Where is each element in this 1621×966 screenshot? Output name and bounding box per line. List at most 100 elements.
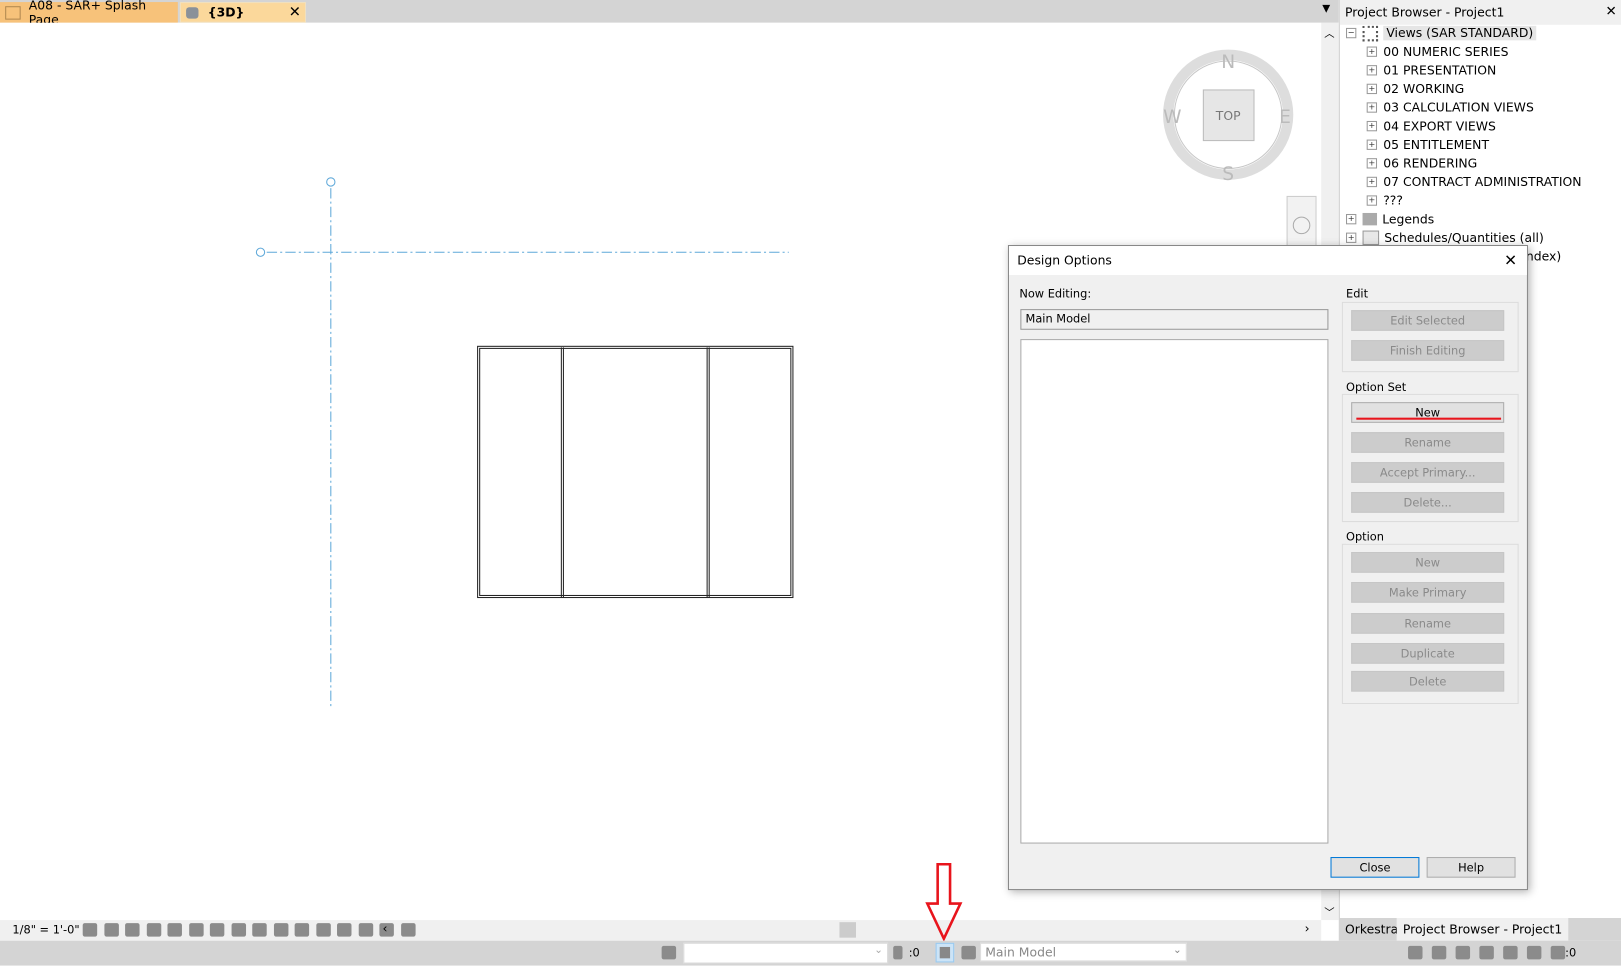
finish-editing-button[interactable]: Finish Editing: [1351, 340, 1505, 361]
select-by-face-icon[interactable]: [1479, 945, 1494, 960]
edit-group-label: Edit: [1346, 287, 1371, 301]
design-options-button[interactable]: [935, 942, 955, 963]
expand-icon[interactable]: +: [1366, 158, 1378, 169]
tab-project-browser[interactable]: Project Browser - Project1: [1396, 918, 1569, 941]
tree-item[interactable]: +???: [1366, 191, 1403, 210]
tree-item[interactable]: +05 ENTITLEMENT: [1366, 135, 1489, 154]
tab-splash-page[interactable]: A08 - SAR+ Splash Page: [0, 0, 178, 27]
collapse-icon[interactable]: −: [1346, 27, 1357, 39]
analytical-icon[interactable]: [315, 923, 331, 937]
unlock-3d-icon[interactable]: [231, 923, 246, 937]
select-pinned-icon[interactable]: [1455, 945, 1471, 960]
tab-dropdown-icon[interactable]: ▼: [1322, 3, 1330, 14]
tab-3d[interactable]: {3D} ✕: [179, 2, 307, 23]
highlight-displacement-icon[interactable]: [337, 923, 352, 937]
close-tab-icon[interactable]: ✕: [289, 4, 301, 21]
expand-icon[interactable]: +: [1346, 232, 1357, 243]
show-crop-icon[interactable]: [209, 923, 225, 937]
expand-icon[interactable]: +: [1366, 195, 1378, 206]
expand-icon[interactable]: +: [1366, 83, 1378, 95]
project-browser-header: Project Browser - Project1 ✕: [1339, 0, 1621, 25]
scroll-down-icon[interactable]: ﹀: [1324, 904, 1334, 919]
3d-view-icon: [186, 6, 199, 19]
expand-icon[interactable]: +: [1366, 120, 1378, 132]
view-tab-bar: A08 - SAR+ Splash Page {3D} ✕ ▼: [0, 0, 1339, 27]
dialog-title: Design Options: [1017, 253, 1112, 268]
collapse-bar-icon[interactable]: ‹: [383, 921, 388, 935]
expand-icon[interactable]: +: [1366, 46, 1378, 57]
view-scale[interactable]: 1/8" = 1'-0": [12, 923, 79, 936]
accept-primary-button[interactable]: Accept Primary...: [1351, 462, 1505, 483]
scroll-up-icon[interactable]: ︿: [1324, 25, 1334, 40]
workset-count: :0: [908, 945, 920, 960]
model-box: [477, 345, 794, 599]
shadows-icon[interactable]: [146, 923, 161, 937]
show-hide-icon[interactable]: [400, 923, 416, 937]
close-icon[interactable]: ✕: [1605, 4, 1616, 20]
drag-elements-icon[interactable]: [1503, 945, 1518, 960]
legend-icon: [1362, 212, 1378, 226]
workset-icon[interactable]: [661, 945, 677, 960]
design-option-dropdown[interactable]: Main Model ⌄: [980, 942, 1187, 962]
scroll-right-icon[interactable]: ›: [1305, 921, 1310, 935]
horizontal-scroll-thumb[interactable]: [839, 922, 856, 938]
grid-line-vertical: [326, 177, 336, 710]
design-options-list[interactable]: [1020, 339, 1329, 844]
project-browser-title: Project Browser - Project1: [1344, 5, 1505, 20]
expand-icon[interactable]: +: [1346, 213, 1357, 225]
expand-icon[interactable]: +: [1366, 102, 1378, 113]
reveal-constraints-icon[interactable]: [358, 923, 373, 937]
workset-dropdown[interactable]: ⌄: [683, 942, 889, 964]
reveal-hidden-icon[interactable]: [273, 923, 288, 937]
tree-item[interactable]: +03 CALCULATION VIEWS: [1366, 98, 1534, 117]
navigation-bar[interactable]: [1286, 195, 1317, 249]
select-underlay-icon[interactable]: [1431, 945, 1447, 960]
views-icon: [1362, 25, 1379, 41]
temp-hide-icon[interactable]: [252, 923, 267, 937]
option-rename-button[interactable]: Rename: [1351, 613, 1505, 634]
now-editing-field: Main Model: [1020, 309, 1329, 330]
detail-level-icon[interactable]: [82, 923, 98, 937]
tree-item-partial[interactable]: ndex): [1526, 247, 1561, 266]
tree-item-legends[interactable]: + Legends: [1346, 210, 1434, 229]
tree-item[interactable]: +04 EXPORT VIEWS: [1366, 117, 1496, 136]
option-set-rename-button[interactable]: Rename: [1351, 432, 1505, 453]
filter-count: :0: [1565, 945, 1577, 960]
filter-icon[interactable]: [1550, 945, 1566, 960]
background-process-icon[interactable]: [1526, 945, 1542, 960]
expand-icon[interactable]: +: [1366, 65, 1378, 76]
expand-icon[interactable]: +: [1366, 176, 1378, 188]
expand-icon[interactable]: +: [1366, 139, 1378, 150]
crop-view-icon[interactable]: [188, 923, 204, 937]
sun-path-icon[interactable]: [125, 923, 140, 937]
tree-item[interactable]: +07 CONTRACT ADMINISTRATION: [1366, 173, 1582, 192]
tree-item[interactable]: +02 WORKING: [1366, 80, 1464, 99]
tree-root-views[interactable]: − Views (SAR STANDARD): [1346, 24, 1537, 43]
tree-item[interactable]: +06 RENDERING: [1366, 154, 1477, 173]
option-set-group-label: Option Set: [1346, 380, 1409, 394]
help-button[interactable]: Help: [1426, 857, 1516, 878]
render-icon[interactable]: [167, 923, 182, 937]
option-delete-button[interactable]: Delete: [1351, 670, 1505, 692]
tree-item[interactable]: +01 PRESENTATION: [1366, 61, 1496, 80]
red-arrow-annotation: [925, 862, 963, 941]
editable-only-icon[interactable]: [893, 945, 903, 960]
exclude-options-icon[interactable]: [961, 945, 976, 960]
edit-selected-button[interactable]: Edit Selected: [1351, 310, 1505, 331]
option-new-button[interactable]: New: [1351, 552, 1505, 573]
compass-west: W: [1163, 107, 1181, 128]
select-links-icon[interactable]: [1408, 945, 1423, 960]
panel-tabs: Orkestra Project Browser - Project1: [1338, 918, 1621, 941]
visual-style-icon[interactable]: [103, 923, 119, 937]
tab-orkestra[interactable]: Orkestra: [1339, 918, 1405, 941]
compass-east: E: [1279, 107, 1291, 128]
tree-item[interactable]: +00 NUMERIC SERIES: [1366, 42, 1508, 61]
duplicate-button[interactable]: Duplicate: [1351, 643, 1505, 664]
worksharing-icon[interactable]: [294, 923, 310, 937]
close-button[interactable]: Close: [1330, 857, 1420, 878]
make-primary-button[interactable]: Make Primary: [1351, 582, 1505, 603]
close-icon[interactable]: ✕: [1504, 251, 1517, 270]
highlight-underline: [1356, 417, 1502, 420]
option-set-delete-button[interactable]: Delete...: [1351, 492, 1505, 513]
design-options-dialog: Design Options ✕ Now Editing: Main Model…: [1007, 245, 1528, 891]
